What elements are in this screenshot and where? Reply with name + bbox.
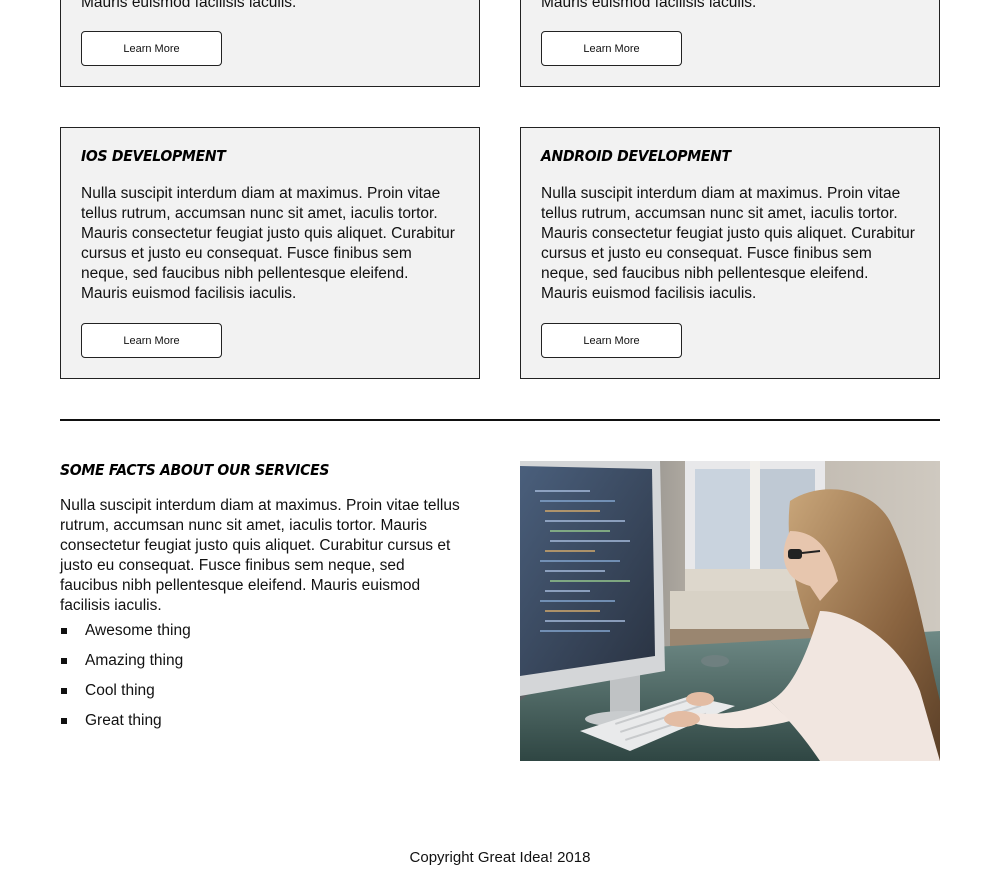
bullet-icon	[61, 688, 67, 694]
service-card-top-right: Nulla suscipit interdum diam at maximus.…	[520, 0, 940, 87]
card-description: Nulla suscipit interdum diam at maximus.…	[81, 185, 455, 302]
card-title: iOS Development	[81, 148, 226, 166]
photo-illustration	[520, 461, 940, 761]
bullet-icon	[61, 628, 67, 634]
list-item-label: Amazing thing	[85, 652, 184, 669]
facts-heading: Some facts about our services	[60, 462, 330, 480]
facts-list: Awesome thing Amazing thing Cool thing G…	[60, 620, 191, 740]
card-title: Android Development	[541, 148, 731, 166]
card-description: Nulla suscipit interdum diam at maximus.…	[81, 0, 297, 11]
facts-description: Nulla suscipit interdum diam at maximus.…	[60, 497, 460, 614]
card-description: Nulla suscipit interdum diam at maximus.…	[541, 185, 915, 302]
list-item: Great thing	[60, 710, 191, 740]
list-item: Cool thing	[60, 680, 191, 710]
list-item-label: Awesome thing	[85, 622, 191, 639]
learn-more-button[interactable]: Learn More	[541, 323, 682, 358]
learn-more-button[interactable]: Learn More	[81, 323, 222, 358]
list-item-label: Cool thing	[85, 682, 155, 699]
list-item: Awesome thing	[60, 620, 191, 650]
footer-copyright: Copyright Great Idea! 2018	[409, 849, 591, 866]
service-card-android: Android Development Nulla suscipit inter…	[520, 127, 940, 379]
bullet-icon	[61, 658, 67, 664]
list-item-label: Great thing	[85, 712, 162, 729]
learn-more-button[interactable]: Learn More	[541, 31, 682, 66]
learn-more-button[interactable]: Learn More	[81, 31, 222, 66]
page: Nulla suscipit interdum diam at maximus.…	[0, 0, 1000, 887]
section-divider	[60, 419, 940, 421]
service-card-ios: iOS Development Nulla suscipit interdum …	[60, 127, 480, 379]
list-item: Amazing thing	[60, 650, 191, 680]
service-card-top-left: Nulla suscipit interdum diam at maximus.…	[60, 0, 480, 87]
card-description: Nulla suscipit interdum diam at maximus.…	[541, 0, 757, 11]
office-photo	[520, 461, 940, 761]
bullet-icon	[61, 718, 67, 724]
